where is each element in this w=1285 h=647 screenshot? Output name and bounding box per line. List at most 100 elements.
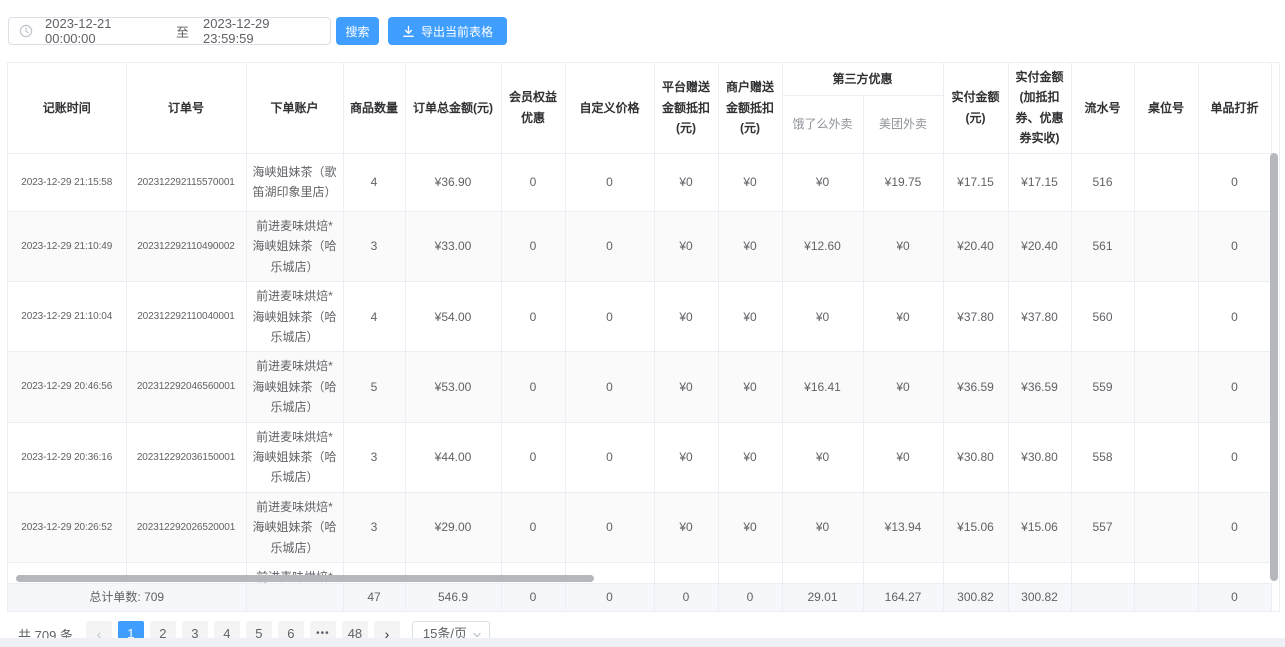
- cell: ¥12.60: [782, 212, 863, 282]
- date-start-value[interactable]: 2023-12-21 00:00:00: [45, 16, 162, 46]
- cell: [1134, 562, 1198, 582]
- horizontal-scrollbar-thumb[interactable]: [16, 575, 594, 582]
- cell: ¥0: [782, 154, 863, 212]
- col-header-order-no: 订单号: [126, 63, 246, 153]
- cell: 4: [343, 154, 405, 212]
- cell: 前进麦味烘焙*海峡姐妹茶（哈乐城店）: [246, 492, 343, 562]
- cell: ¥20.40: [943, 212, 1008, 282]
- summary-cell: 0: [1198, 583, 1271, 611]
- cell: ¥0: [782, 492, 863, 562]
- footer-strip: [0, 638, 1285, 647]
- cell: 0: [565, 422, 654, 492]
- cell: ¥0: [654, 422, 718, 492]
- cell: 0: [1198, 352, 1271, 422]
- cell: ¥0: [782, 562, 863, 582]
- cell: 0: [1198, 422, 1271, 492]
- export-table-button[interactable]: 导出当前表格: [388, 17, 507, 45]
- vertical-scrollbar[interactable]: [1270, 153, 1278, 581]
- col-header-quantity: 商品数量: [343, 63, 405, 153]
- col-group-third-party-discount: 第三方优惠: [782, 63, 943, 95]
- cell: [1134, 212, 1198, 282]
- download-icon: [402, 25, 415, 38]
- cell: ¥44.00: [405, 422, 501, 492]
- cell: 0: [565, 352, 654, 422]
- cell: 0: [501, 154, 565, 212]
- cell: ¥0: [782, 422, 863, 492]
- summary-total-label: 总计单数: 709: [8, 583, 246, 611]
- summary-cell: 164.27: [863, 583, 943, 611]
- cell: 3: [343, 422, 405, 492]
- summary-row: 总计单数: 709 47 546.9 0 0 0 0 29.01 164.27 …: [8, 583, 1272, 612]
- table-row: 2023-12-29 21:10:49 202312292110490002 前…: [8, 212, 1271, 282]
- table-row: 2023-12-29 20:26:52 202312292026520001 前…: [8, 492, 1271, 562]
- cell: ¥17.15: [1008, 154, 1071, 212]
- cell: ¥0: [718, 422, 782, 492]
- cell: ¥0: [863, 282, 943, 352]
- col-header-booking-time: 记账时间: [8, 63, 126, 153]
- cell: ¥36.90: [405, 154, 501, 212]
- cell: 2023-12-29 21:10:04: [8, 282, 126, 352]
- cell: ¥36.59: [943, 352, 1008, 422]
- cell: 5: [343, 352, 405, 422]
- search-button[interactable]: 搜索: [336, 17, 379, 45]
- cell: 560: [1071, 282, 1134, 352]
- cell: ¥0: [863, 352, 943, 422]
- cell: 561: [1071, 212, 1134, 282]
- summary-cell: 0: [718, 583, 782, 611]
- summary-table-row: 总计单数: 709 47 546.9 0 0 0 0 29.01 164.27 …: [8, 583, 1271, 611]
- cell: 202312292036150001: [126, 422, 246, 492]
- cell: ¥37.80: [943, 282, 1008, 352]
- summary-cell: 29.01: [782, 583, 863, 611]
- col-header-paid-amount: 实付金额(元): [943, 63, 1008, 153]
- cell: 202312292046560001: [126, 352, 246, 422]
- table-body-viewport: 2023-12-29 21:15:58 202312292115570001 海…: [8, 154, 1271, 583]
- summary-cell: 0: [654, 583, 718, 611]
- cell: ¥0: [718, 492, 782, 562]
- summary-cell: 0: [501, 583, 565, 611]
- cell: ¥17.15: [943, 154, 1008, 212]
- cell: ¥0: [718, 562, 782, 582]
- summary-cell: [1071, 583, 1134, 611]
- cell: ¥0: [863, 562, 943, 582]
- cell: 4: [343, 282, 405, 352]
- cell: 海峡姐妹茶（歌笛湖印象里店）: [246, 154, 343, 212]
- cell: 556: [1071, 562, 1134, 582]
- table-row: 2023-12-29 20:36:16 202312292036150001 前…: [8, 422, 1271, 492]
- date-end-value[interactable]: 2023-12-29 23:59:59: [203, 16, 320, 46]
- summary-cell: 546.9: [405, 583, 501, 611]
- date-range-input[interactable]: 2023-12-21 00:00:00 至 2023-12-29 23:59:5…: [8, 17, 331, 45]
- toolbar: 2023-12-21 00:00:00 至 2023-12-29 23:59:5…: [0, 0, 1285, 62]
- cell: ¥0: [654, 282, 718, 352]
- cell: ¥28.00: [943, 562, 1008, 582]
- cell: 0: [1198, 154, 1271, 212]
- cell: ¥15.06: [1008, 492, 1071, 562]
- cell: 0: [565, 282, 654, 352]
- col-header-serial-no: 流水号: [1071, 63, 1134, 153]
- cell: ¥53.00: [405, 352, 501, 422]
- cell: [1134, 154, 1198, 212]
- cell: 0: [501, 492, 565, 562]
- cell: ¥13.94: [863, 492, 943, 562]
- col-header-table-no: 桌位号: [1134, 63, 1198, 153]
- cell: ¥30.80: [943, 422, 1008, 492]
- summary-cell: 300.82: [1008, 583, 1071, 611]
- summary-cell: 47: [343, 583, 405, 611]
- cell: ¥0: [718, 282, 782, 352]
- col-header-custom-price: 自定义价格: [565, 63, 654, 153]
- table-row: 2023-12-29 20:46:56 202312292046560001 前…: [8, 352, 1271, 422]
- summary-cell: 300.82: [943, 583, 1008, 611]
- cell: ¥29.00: [405, 492, 501, 562]
- cell: 3: [343, 492, 405, 562]
- cell: ¥30.80: [1008, 422, 1071, 492]
- cell: ¥37.80: [1008, 282, 1071, 352]
- cell: 202312292110490002: [126, 212, 246, 282]
- cell: 202312292115570001: [126, 154, 246, 212]
- export-table-label: 导出当前表格: [421, 23, 493, 40]
- col-header-eleme-delivery: 饿了么外卖: [782, 95, 863, 153]
- col-header-order-total: 订单总金额(元): [405, 63, 501, 153]
- cell: 前进麦味烘焙*海峡姐妹茶（哈乐城店）: [246, 282, 343, 352]
- cell: ¥0: [654, 212, 718, 282]
- vertical-scrollbar-thumb[interactable]: [1270, 153, 1278, 581]
- cell: 0: [501, 212, 565, 282]
- cell: 0: [501, 282, 565, 352]
